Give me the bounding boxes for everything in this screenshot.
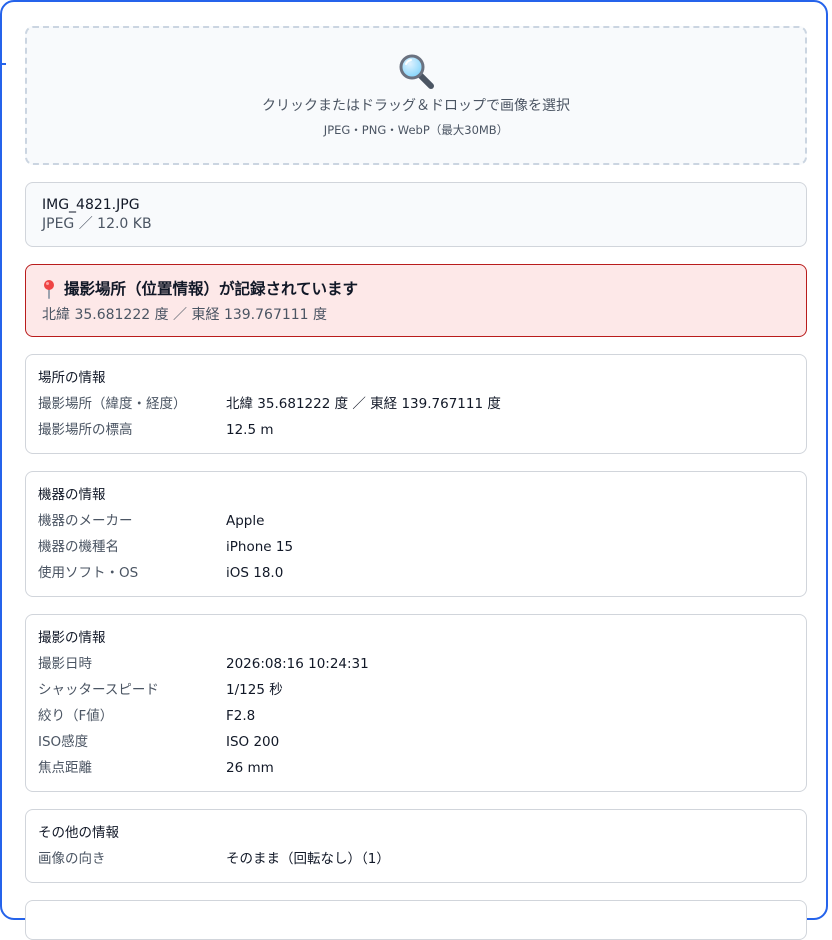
info-row: ISO感度 ISO 200 [38,732,794,758]
magnifier-icon [397,52,435,90]
section-title: 場所の情報 [38,370,106,386]
info-row: シャッタースピード 1/125 秒 [38,680,794,706]
row-label: ISO感度 [38,734,89,750]
row-value: 12.5 m [226,422,274,438]
row-label: 画像の向き [38,851,106,867]
next-section-partial [25,900,807,940]
row-value: 26 mm [226,760,274,776]
other-info-section: その他の情報 画像の向き そのまま（回転なし）（1） [25,809,807,883]
row-value: Apple [226,513,265,529]
row-label: 機器の機種名 [38,539,119,555]
device-info-section: 機器の情報 機器のメーカー Apple 機器の機種名 iPhone 15 使用ソ… [25,471,807,597]
row-label: 使用ソフト・OS [38,565,139,581]
row-value: iPhone 15 [226,539,294,555]
info-row: 使用ソフト・OS iOS 18.0 [38,563,794,589]
row-value: F2.8 [226,708,256,724]
row-value: iOS 18.0 [226,565,284,581]
dropzone-instruction: クリックまたはドラッグ＆ドロップで画像を選択 [262,98,570,114]
row-label: 撮影場所（緯度・経度） [38,396,187,412]
info-row: 焦点距離 26 mm [38,758,794,784]
info-row: 絞り（F値） F2.8 [38,706,794,732]
info-row: 撮影場所の標高 12.5 m [38,420,794,446]
alert-heading: 撮影場所（位置情報）が記録されています [42,278,790,300]
section-title: 機器の情報 [38,487,106,503]
image-dropzone[interactable]: クリックまたはドラッグ＆ドロップで画像を選択 JPEG・PNG・WebP（最大3… [25,26,807,165]
info-row: 機器のメーカー Apple [38,511,794,537]
row-value: 1/125 秒 [226,682,283,698]
info-row: 画像の向き そのまま（回転なし）（1） [38,849,794,875]
file-name: IMG_4821.JPG [42,197,140,213]
row-label: 焦点距離 [38,760,92,776]
row-label: 撮影日時 [38,656,92,672]
dropzone-formats: JPEG・PNG・WebP（最大30MB） [323,123,509,137]
alert-title: 撮影場所（位置情報）が記録されています [64,280,359,298]
row-value: ISO 200 [226,734,280,750]
file-info-card: IMG_4821.JPG JPEG ／ 12.0 KB [25,182,807,247]
shooting-info-section: 撮影の情報 撮影日時 2026:08:16 10:24:31 シャッタースピード… [25,614,807,792]
location-info-section: 場所の情報 撮影場所（緯度・経度） 北緯 35.681222 度 ／ 東経 13… [25,354,807,454]
file-meta: JPEG ／ 12.0 KB [42,216,152,232]
row-value: 2026:08:16 10:24:31 [226,656,369,672]
section-title: 撮影の情報 [38,630,106,646]
row-value: 北緯 35.681222 度 ／ 東経 139.767111 度 [226,396,501,412]
info-row: 撮影日時 2026:08:16 10:24:31 [38,654,794,680]
section-title: その他の情報 [38,825,119,841]
map-pin-icon [42,279,56,299]
row-label: シャッタースピード [38,682,159,698]
row-label: 撮影場所の標高 [38,422,133,438]
main-content: クリックまたはドラッグ＆ドロップで画像を選択 JPEG・PNG・WebP（最大3… [25,26,807,940]
row-value: そのまま（回転なし）（1） [226,851,390,867]
side-marker [0,63,6,65]
row-label: 機器のメーカー [38,513,133,529]
location-warning-alert: 撮影場所（位置情報）が記録されています 北緯 35.681222 度 ／ 東経 … [25,264,807,337]
info-row: 撮影場所（緯度・経度） 北緯 35.681222 度 ／ 東経 139.7671… [38,394,794,420]
row-label: 絞り（F値） [38,708,114,724]
info-row: 機器の機種名 iPhone 15 [38,537,794,563]
alert-coordinates: 北緯 35.681222 度 ／ 東経 139.767111 度 [42,307,328,323]
